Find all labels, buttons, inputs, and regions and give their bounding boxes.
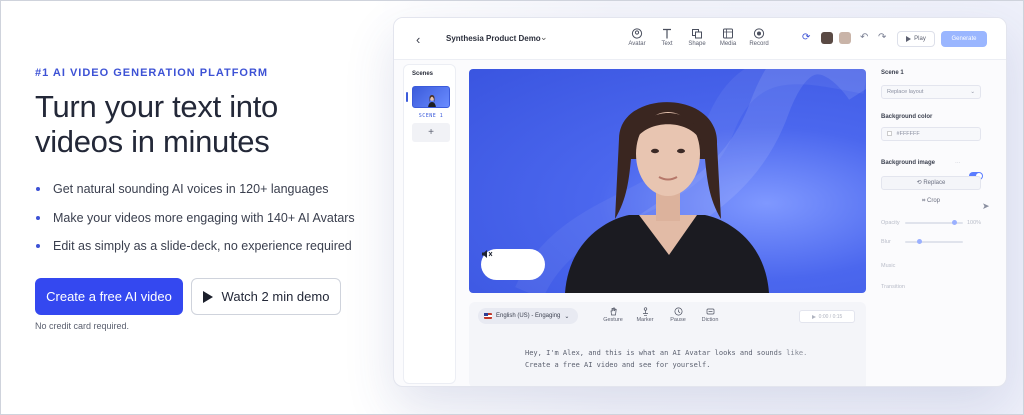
hero-section: #1 AI VIDEO GENERATION PLATFORM Turn you…: [35, 67, 395, 267]
text-fade: [769, 342, 866, 386]
text-icon: [663, 28, 671, 39]
tool-label: Marker: [636, 317, 654, 323]
feature-item: Get natural sounding AI voices in 120+ l…: [35, 181, 395, 210]
script-line-1: Hey, I'm Alex, and this is what an AI Av…: [525, 349, 808, 357]
add-scene-button[interactable]: +: [412, 123, 450, 142]
create-free-video-button[interactable]: Create a free AI video: [35, 278, 183, 315]
mute-toggle[interactable]: [481, 249, 545, 280]
replace-label: Replace: [923, 180, 946, 186]
chevron-down-icon: ⌄: [564, 313, 570, 320]
opacity-label: Opacity: [881, 220, 900, 226]
play-label: Play: [914, 36, 926, 42]
back-arrow-icon[interactable]: ‹: [416, 32, 420, 47]
blur-slider-knob[interactable]: [917, 239, 922, 244]
diction-icon: [706, 308, 714, 315]
bg-color-label: Background color: [881, 114, 933, 120]
editor-window: ‹ Synthesia Product Demo ⌄ Avatar Text S…: [393, 17, 1007, 387]
collaborator-avatar[interactable]: [839, 32, 851, 44]
media-icon: [723, 28, 733, 39]
crop-label: Crop: [927, 198, 941, 204]
headline: Turn your text into videos in minutes: [35, 89, 395, 159]
project-title[interactable]: Synthesia Product Demo: [446, 34, 541, 43]
opacity-slider-knob[interactable]: [952, 220, 957, 225]
chevron-down-icon[interactable]: ⌄: [540, 32, 548, 43]
record-icon: [753, 28, 765, 39]
scene-thumbnail[interactable]: [412, 86, 450, 108]
more-icon[interactable]: ···: [955, 160, 961, 166]
redo-icon[interactable]: ↷: [878, 32, 886, 43]
eyebrow-text: #1 AI VIDEO GENERATION PLATFORM: [35, 67, 269, 79]
play-icon: [906, 36, 912, 42]
blur-slider[interactable]: [905, 241, 963, 243]
time-readout: 0:00 / 0:15: [818, 313, 843, 320]
shape-icon: [692, 29, 702, 39]
opacity-value: 100%: [967, 220, 982, 226]
bg-color-field[interactable]: #FFFFFF: [881, 127, 981, 141]
tool-label: Gesture: [603, 317, 623, 323]
tool-label: Pause: [670, 317, 686, 323]
transition-label: Transition: [881, 284, 905, 290]
crop-icon: ⌗: [921, 198, 926, 204]
clock-icon: [674, 307, 682, 316]
properties-panel: Scene 1 Replace layout ⌄ Background colo…: [875, 64, 992, 384]
editor-topbar: ‹ Synthesia Product Demo ⌄ Avatar Text S…: [394, 18, 1006, 60]
language-value: English (US) - Engaging: [496, 313, 561, 319]
us-flag-icon: [484, 313, 492, 319]
scenes-title: Scenes: [412, 71, 434, 77]
headline-line-2: videos in minutes: [35, 124, 270, 159]
tool-label: Diction: [701, 317, 719, 323]
marker-icon: [642, 307, 648, 316]
layout-select[interactable]: Replace layout ⌄: [881, 85, 981, 99]
generate-button[interactable]: Generate: [941, 31, 987, 47]
headline-line-1: Turn your text into: [35, 89, 278, 124]
toolbar-record[interactable]: Record: [739, 28, 779, 47]
crop-button[interactable]: ⌗ Crop: [881, 195, 981, 209]
page: #1 AI VIDEO GENERATION PLATFORM Turn you…: [0, 0, 1024, 415]
video-canvas[interactable]: [469, 69, 866, 293]
no-credit-card-note: No credit card required.: [35, 321, 130, 331]
active-scene-marker: [406, 92, 408, 102]
script-line-2: Create a free AI video and see for yours…: [525, 361, 711, 369]
scenes-panel: Scenes SCENE 1 +: [403, 64, 456, 384]
language-select[interactable]: English (US) - Engaging ⌄: [478, 308, 578, 324]
feature-item: Make your videos more engaging with 140+…: [35, 210, 395, 239]
play-icon: [811, 314, 816, 319]
hand-icon: [610, 307, 617, 316]
replace-image-button[interactable]: ⟲ Replace: [881, 176, 981, 190]
replace-icon: ⟲: [916, 180, 922, 186]
color-swatch: [887, 131, 892, 137]
collaborator-avatar[interactable]: [821, 32, 833, 44]
diction-tool[interactable]: Diction: [694, 307, 726, 323]
play-button[interactable]: Play: [897, 31, 935, 47]
sync-icon[interactable]: ⟳: [802, 32, 810, 43]
cta-row: Create a free AI video Watch 2 min demo: [35, 278, 341, 315]
pause-tool[interactable]: Pause: [662, 307, 694, 323]
script-editor[interactable]: English (US) - Engaging ⌄ Gesture Marker…: [469, 302, 866, 386]
toolbar-label: Record: [749, 41, 769, 47]
avatar-thumbnail-image: [428, 95, 436, 107]
bg-color-value: #FFFFFF: [896, 131, 920, 137]
scene-title: Scene 1: [881, 70, 904, 76]
play-icon: [202, 290, 213, 303]
blur-label: Blur: [881, 239, 891, 245]
feature-list: Get natural sounding AI voices in 120+ l…: [35, 181, 395, 267]
speaker-muted-icon: [482, 250, 493, 258]
bg-image-label: Background image: [881, 160, 936, 166]
layout-select-value: Replace layout: [887, 89, 924, 95]
undo-icon[interactable]: ↶: [860, 32, 868, 43]
mouse-cursor-icon: ➤: [982, 201, 990, 211]
feature-item: Edit as simply as a slide-deck, no exper…: [35, 238, 395, 267]
chevron-down-icon: ⌄: [970, 89, 975, 95]
avatar-icon: [631, 28, 643, 39]
music-label: Music: [881, 263, 896, 269]
watch-demo-label: Watch 2 min demo: [221, 289, 330, 304]
gesture-tool[interactable]: Gesture: [597, 307, 629, 323]
scene-label: SCENE 1: [418, 113, 444, 119]
marker-tool[interactable]: Marker: [629, 307, 661, 323]
watch-demo-button[interactable]: Watch 2 min demo: [191, 278, 341, 315]
preview-play-button[interactable]: 0:00 / 0:15: [799, 310, 855, 323]
